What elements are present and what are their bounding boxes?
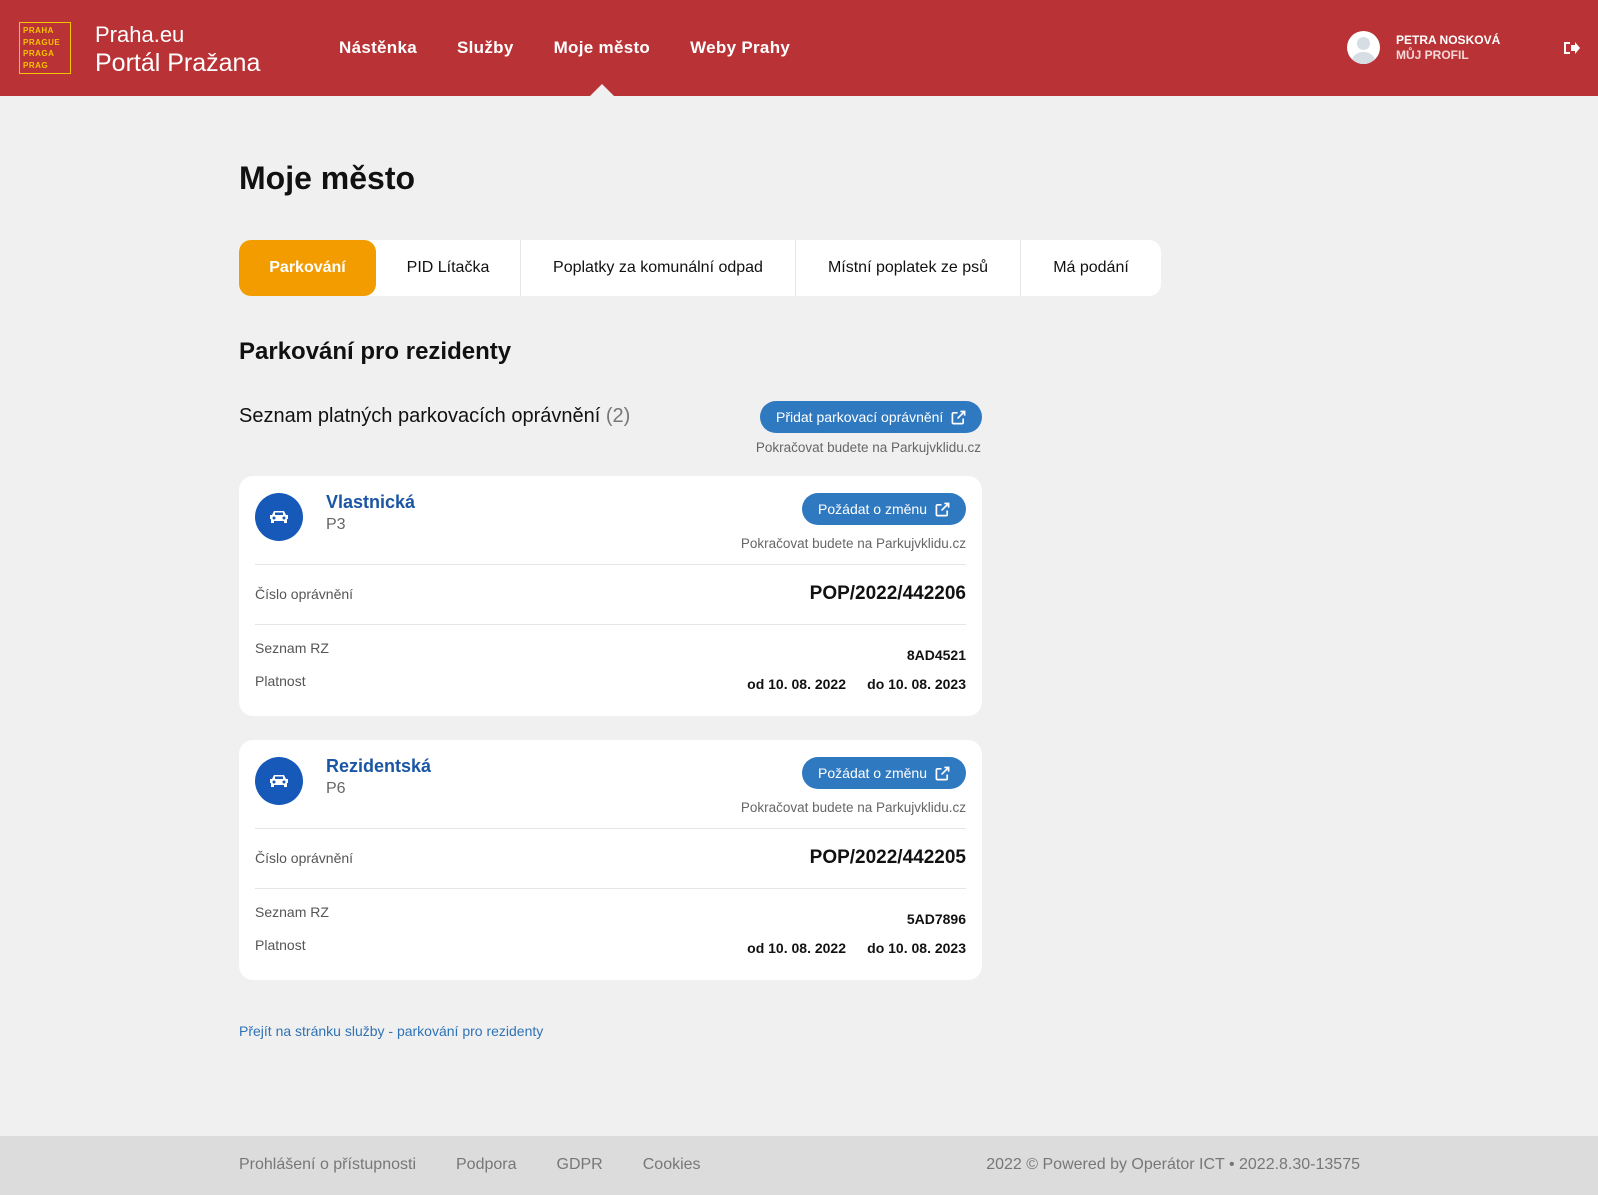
continue-note: Pokračovat budete na Parkujvklidu.cz xyxy=(755,440,981,455)
request-change-label: Požádat o změnu xyxy=(818,501,927,517)
permit-number-label: Číslo oprávnění xyxy=(255,586,354,602)
logout-icon[interactable] xyxy=(1562,39,1580,57)
divider xyxy=(255,624,966,625)
service-page-link[interactable]: Přejít na stránku služby - parkování pro… xyxy=(239,1023,543,1039)
my-profile-link[interactable]: MŮJ PROFIL xyxy=(1396,48,1500,63)
tab-poplatky-odpad[interactable]: Poplatky za komunální odpad xyxy=(521,240,796,296)
tab-pid-litacka[interactable]: PID Lítačka xyxy=(376,240,521,296)
add-permit-button-label: Přidat parkovací oprávnění xyxy=(776,409,944,425)
plate-number: 5AD7896 xyxy=(906,911,966,927)
divider xyxy=(255,888,966,889)
permit-zone: P3 xyxy=(326,516,346,533)
nav-item-nastenka[interactable]: Nástěnka xyxy=(339,0,417,96)
permit-type[interactable]: Rezidentská xyxy=(326,756,431,777)
tab-parkovani[interactable]: Parkování xyxy=(239,240,376,296)
footer-copyright: 2022 © Powered by Operátor ICT • 2022.8.… xyxy=(986,1156,1360,1173)
permit-zone: P6 xyxy=(326,780,346,797)
validity-label: Platnost xyxy=(255,937,306,953)
car-icon xyxy=(255,493,303,541)
valid-from: od 10. 08. 2022 xyxy=(747,676,846,692)
add-permit-button[interactable]: Přidat parkovací oprávnění xyxy=(760,401,983,433)
nav-item-weby-prahy[interactable]: Weby Prahy xyxy=(690,0,790,96)
permit-number: POP/2022/442206 xyxy=(809,583,966,604)
footer-link-accessibility[interactable]: Prohlášení o přístupnosti xyxy=(239,1156,416,1174)
logo-line-1: PRAHA xyxy=(23,26,54,35)
brand-domain: Praha.eu xyxy=(95,22,185,47)
header: PRAHA PRAGUE PRAGA PRAG Praha.eu Portál … xyxy=(0,0,1598,96)
avatar[interactable] xyxy=(1347,31,1380,64)
page-title: Moje město xyxy=(239,160,416,196)
logo-line-3: PRAGA xyxy=(23,49,55,58)
permit-card: Vlastnická P3 Požádat o změnu Pokračovat… xyxy=(239,476,982,716)
footer-link-cookies[interactable]: Cookies xyxy=(643,1156,701,1174)
tab-poplatek-psi[interactable]: Místní poplatek ze psů xyxy=(796,240,1021,296)
main-nav: Nástěnka Služby Moje město Weby Prahy xyxy=(339,0,830,96)
tab-bar: Parkování PID Lítačka Poplatky za komuná… xyxy=(239,240,1161,296)
permit-list-title: Seznam platných parkovacích oprávnění (2… xyxy=(239,405,630,428)
valid-from: od 10. 08. 2022 xyxy=(747,940,846,956)
valid-to: do 10. 08. 2023 xyxy=(867,676,966,692)
logo-line-2: PRAGUE xyxy=(23,37,61,47)
tab-ma-podani[interactable]: Má podání xyxy=(1021,240,1161,296)
request-change-button[interactable]: Požádat o změnu xyxy=(802,757,966,789)
nav-item-moje-mesto[interactable]: Moje město xyxy=(554,0,651,96)
permit-type[interactable]: Vlastnická xyxy=(326,492,415,513)
plate-number: 8AD4521 xyxy=(906,647,966,663)
footer-link-support[interactable]: Podpora xyxy=(456,1156,517,1174)
section-title: Parkování pro rezidenty xyxy=(239,338,512,365)
permit-list-title-text: Seznam platných parkovacích oprávnění xyxy=(239,405,601,427)
user-info: PETRA NOSKOVÁ MŮJ PROFIL xyxy=(1396,33,1500,63)
plates-label: Seznam RZ xyxy=(255,640,329,656)
external-link-icon xyxy=(935,766,950,780)
footer: Prohlášení o přístupnosti Podpora GDPR C… xyxy=(0,1136,1598,1195)
footer-link-gdpr[interactable]: GDPR xyxy=(557,1156,603,1174)
logo-line-4: PRAG xyxy=(23,60,49,70)
car-icon xyxy=(255,757,303,805)
footer-links: Prohlášení o přístupnosti Podpora GDPR C… xyxy=(239,1156,701,1174)
divider xyxy=(255,564,966,565)
divider xyxy=(255,828,966,829)
continue-note: Pokračovat budete na Parkujvklidu.cz xyxy=(740,800,966,815)
valid-to: do 10. 08. 2023 xyxy=(867,940,966,956)
external-link-icon xyxy=(951,410,966,424)
nav-item-sluzby[interactable]: Služby xyxy=(457,0,514,96)
brand[interactable]: Praha.eu Portál Pražana xyxy=(95,22,260,78)
validity-label: Platnost xyxy=(255,673,306,689)
permit-number: POP/2022/442205 xyxy=(809,847,966,868)
user-name: PETRA NOSKOVÁ xyxy=(1396,32,1501,47)
brand-portal-name: Portál Pražana xyxy=(95,49,261,77)
plates-label: Seznam RZ xyxy=(255,904,329,920)
prague-logo[interactable]: PRAHA PRAGUE PRAGA PRAG xyxy=(19,22,71,74)
request-change-label: Požádat o změnu xyxy=(818,765,927,781)
permit-card: Rezidentská P6 Požádat o změnu Pokračova… xyxy=(239,740,982,980)
user-menu[interactable]: PETRA NOSKOVÁ MŮJ PROFIL xyxy=(1347,31,1500,64)
external-link-icon xyxy=(935,502,950,516)
permit-number-label: Číslo oprávnění xyxy=(255,850,354,866)
request-change-button[interactable]: Požádat o změnu xyxy=(802,493,966,525)
continue-note: Pokračovat budete na Parkujvklidu.cz xyxy=(740,536,966,551)
permit-count: (2) xyxy=(605,405,631,427)
